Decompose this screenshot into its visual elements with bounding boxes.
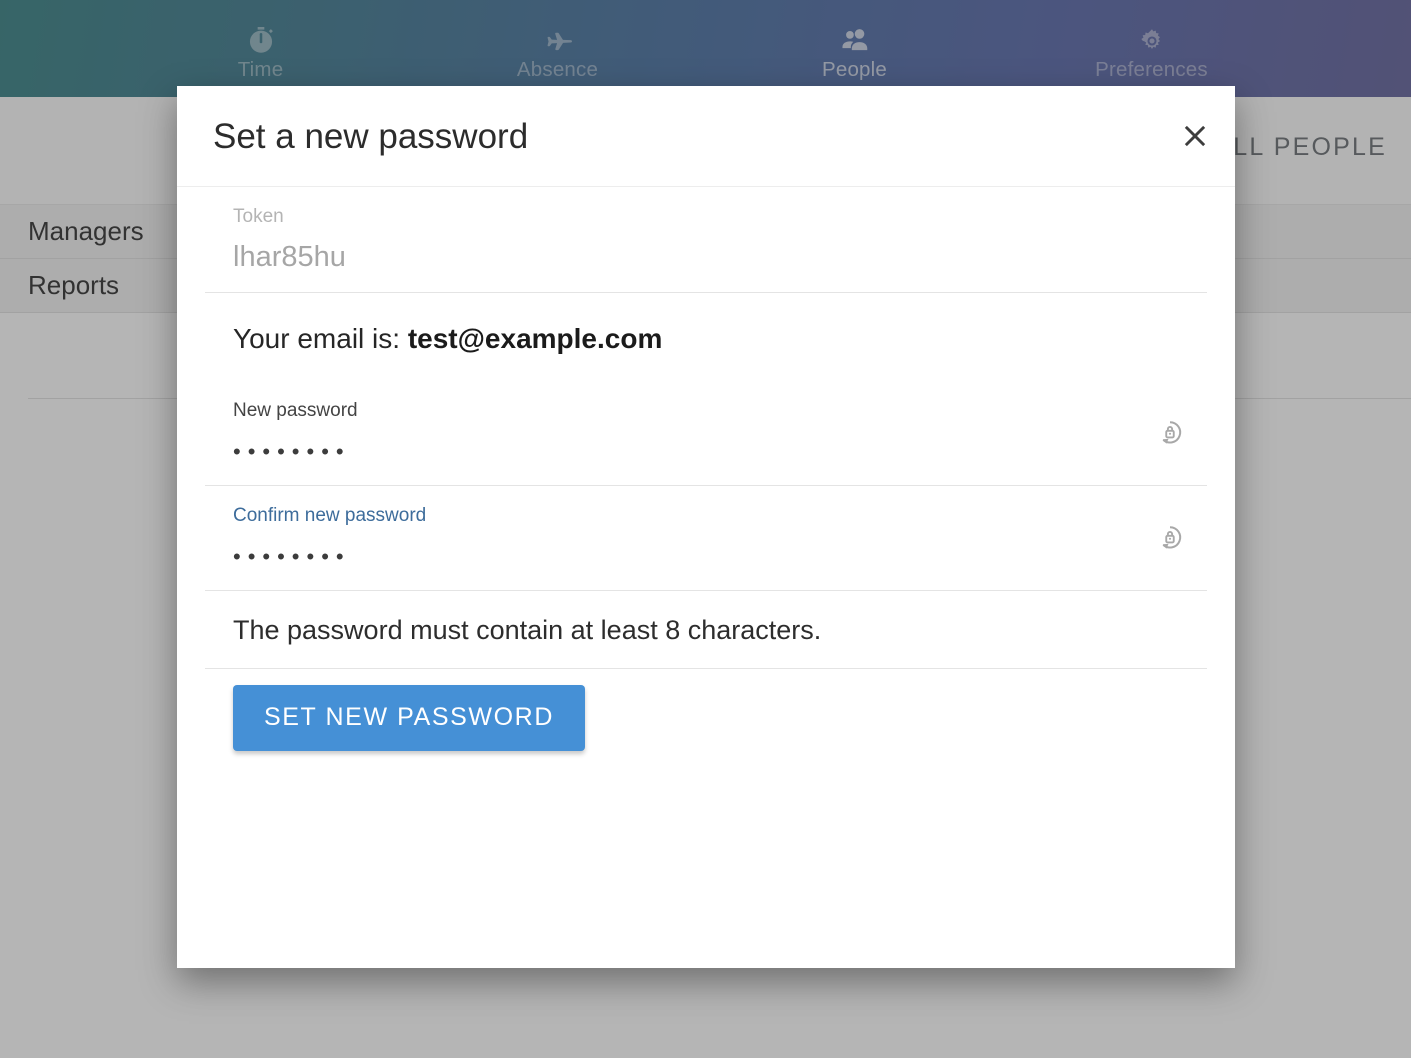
new-password-input[interactable]: ••••••••	[233, 420, 1207, 485]
email-line: Your email is: test@example.com	[205, 293, 1207, 381]
token-field-value: lhar85hu	[233, 241, 346, 273]
new-password-field[interactable]: New password ••••••••	[205, 381, 1207, 486]
email-prefix-label: Your email is:	[233, 323, 408, 354]
confirm-new-password-label: Confirm new password	[233, 505, 427, 526]
set-new-password-dialog: Set a new password Token lhar85hu Your e…	[177, 86, 1235, 968]
dialog-actions: SET NEW PASSWORD	[205, 669, 1207, 751]
token-field-label: Token	[233, 206, 284, 227]
close-button[interactable]	[1173, 114, 1217, 158]
generate-confirm-password-button[interactable]	[1153, 521, 1187, 555]
generate-new-password-button[interactable]	[1153, 416, 1187, 450]
close-icon	[1180, 121, 1210, 151]
token-field: Token lhar85hu	[205, 187, 1207, 293]
new-password-label: New password	[233, 400, 358, 421]
password-requirement-hint: The password must contain at least 8 cha…	[205, 591, 1207, 669]
confirm-new-password-input[interactable]: ••••••••	[233, 525, 1207, 590]
reset-password-lock-icon	[1155, 418, 1185, 448]
email-value: test@example.com	[407, 323, 663, 354]
confirm-new-password-field[interactable]: Confirm new password ••••••••	[205, 486, 1207, 591]
dialog-body: Token lhar85hu Your email is: test@examp…	[177, 187, 1235, 751]
dialog-header: Set a new password	[177, 86, 1235, 187]
reset-password-lock-icon	[1155, 523, 1185, 553]
set-new-password-button[interactable]: SET NEW PASSWORD	[233, 685, 585, 751]
dialog-title: Set a new password	[213, 116, 529, 156]
app-root: Time Absence People Preferences ALL PEOP…	[0, 0, 1411, 1058]
